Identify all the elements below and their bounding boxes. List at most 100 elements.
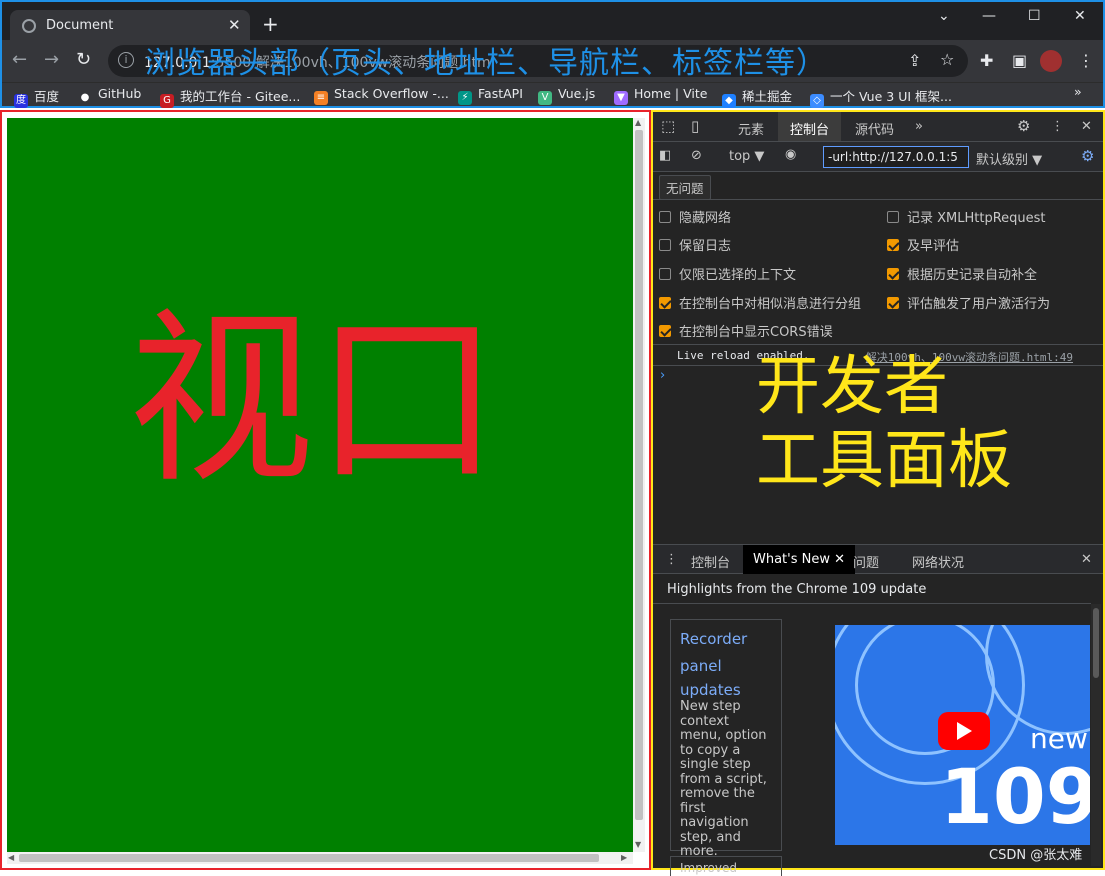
more-bookmarks-icon[interactable]: » <box>1074 84 1082 99</box>
console-option[interactable]: 保留日志 <box>659 235 731 254</box>
log-level-select[interactable]: 默认级别 ▼ <box>976 149 1042 168</box>
console-option[interactable]: 仅限已选择的上下文 <box>659 264 796 283</box>
bookmark-label: FastAPI <box>478 86 523 101</box>
devtools-annotation: 开发者 工具面板 <box>756 350 1012 498</box>
no-issues-button[interactable]: 无问题 <box>659 175 711 200</box>
feature-card-improved[interactable]: Improved <box>670 856 782 876</box>
promo-new-text: new <box>1030 722 1088 755</box>
scroll-down-icon[interactable]: ▼ <box>635 840 641 849</box>
option-label: 及早评估 <box>907 239 960 254</box>
card-title-line[interactable]: Recorder <box>680 626 772 653</box>
menu-icon[interactable]: ⋮ <box>1078 51 1094 70</box>
checkbox[interactable] <box>887 239 899 251</box>
scroll-up-icon[interactable]: ▲ <box>635 118 641 127</box>
option-label: 在控制台中显示CORS错误 <box>679 325 833 340</box>
drawer-tab-whats-new[interactable]: What's New ✕ <box>743 545 856 574</box>
sidebar-toggle-icon[interactable]: ◧ <box>659 148 671 163</box>
drawer-scrollbar[interactable] <box>1091 604 1101 866</box>
bookmark-item[interactable]: ▼ Home | Vite <box>614 86 707 105</box>
checkbox[interactable] <box>887 268 899 280</box>
bookmark-item[interactable]: V Vue.js <box>538 86 595 105</box>
bookmark-item[interactable]: ≡ Stack Overflow -... <box>314 86 449 105</box>
bookmark-star-icon[interactable]: ☆ <box>940 50 954 69</box>
bookmark-favicon-icon: ◆ <box>722 94 736 108</box>
scroll-left-icon[interactable]: ◀ <box>8 853 14 862</box>
reload-button[interactable]: ↻ <box>76 49 91 70</box>
console-option[interactable]: 评估触发了用户激活行为 <box>887 293 1050 312</box>
bookmark-favicon-icon: 度 <box>14 94 28 108</box>
console-option[interactable]: 在控制台中对相似消息进行分组 <box>659 293 861 312</box>
extensions-icon[interactable]: ✚ <box>980 51 993 70</box>
horizontal-scroll-thumb[interactable] <box>19 854 599 862</box>
device-toolbar-icon[interactable]: ▯ <box>691 117 699 135</box>
option-label: 仅限已选择的上下文 <box>679 268 797 283</box>
devtools-menu-icon[interactable]: ⋮ <box>1051 119 1064 134</box>
checkbox[interactable] <box>659 211 671 223</box>
option-label: 根据历史记录自动补全 <box>907 268 1038 283</box>
scroll-right-icon[interactable]: ▶ <box>621 853 627 862</box>
minimize-button[interactable]: — <box>982 8 996 24</box>
checkbox[interactable] <box>659 239 671 251</box>
bookmark-item[interactable]: ⚡ FastAPI <box>458 86 523 105</box>
tab-sources[interactable]: 源代码 <box>855 119 894 138</box>
profile-avatar[interactable] <box>1040 50 1062 72</box>
bookmarks-bar: 度百度 ● GitHub G 我的工作台 - Gitee... ≡ Stack Overfl… <box>2 82 1103 108</box>
live-expression-eye-icon[interactable]: ◉ <box>785 147 796 162</box>
youtube-play-icon[interactable] <box>938 712 990 750</box>
drawer-tabbar: ⋮ 控制台 What's New ✕ 问题 网络状况 ✕ <box>653 544 1103 574</box>
drawer-close-icon[interactable]: ✕ <box>1081 552 1092 567</box>
drawer-tab-network-conditions[interactable]: 网络状况 <box>912 552 964 571</box>
share-icon[interactable]: ⇪ <box>908 51 921 70</box>
maximize-button[interactable]: ☐ <box>1028 8 1041 24</box>
inspect-icon[interactable]: ⬚ <box>661 117 675 135</box>
vertical-scrollbar[interactable]: ▲ ▼ <box>633 118 645 852</box>
back-button[interactable]: ← <box>12 49 27 70</box>
vertical-scroll-thumb[interactable] <box>635 130 643 820</box>
clear-console-icon[interactable]: ⊘ <box>691 148 702 163</box>
tab-console[interactable]: 控制台 <box>778 112 842 141</box>
bookmark-item[interactable]: 度百度 <box>14 86 59 108</box>
tab-search-icon[interactable]: ⌄ <box>938 8 950 24</box>
bookmark-item[interactable]: ◇ 一个 Vue 3 UI 框架... <box>810 86 952 108</box>
forward-button[interactable]: → <box>44 49 59 70</box>
checkbox[interactable] <box>659 297 671 309</box>
tab-elements[interactable]: 元素 <box>738 119 764 138</box>
checkbox[interactable] <box>887 297 899 309</box>
csdn-watermark: CSDN @张太难 <box>989 848 1083 863</box>
close-window-button[interactable]: ✕ <box>1074 8 1086 24</box>
info-icon[interactable]: i <box>118 52 134 68</box>
drawer-menu-icon[interactable]: ⋮ <box>665 552 678 567</box>
bookmark-item[interactable]: G 我的工作台 - Gitee... <box>160 86 300 108</box>
drawer-scroll-thumb[interactable] <box>1093 608 1099 678</box>
horizontal-scrollbar[interactable]: ◀ ▶ <box>7 852 633 864</box>
console-option[interactable]: 记录 XMLHttpRequest <box>887 207 1046 226</box>
console-prompt[interactable]: › <box>660 368 665 383</box>
bookmark-item[interactable]: ● GitHub <box>78 86 142 105</box>
tab-close-icon[interactable]: ✕ <box>228 16 241 34</box>
side-panel-icon[interactable]: ▣ <box>1012 51 1027 70</box>
new-tab-button[interactable]: + <box>262 14 279 34</box>
settings-gear-icon[interactable]: ⚙ <box>1017 117 1030 135</box>
filter-input[interactable]: -url:http://127.0.0.1:5 <box>823 146 969 168</box>
more-tabs-icon[interactable]: » <box>915 119 923 134</box>
drawer-tab-issues[interactable]: 问题 <box>853 552 879 571</box>
context-select[interactable]: top ▼ <box>729 149 764 164</box>
drawer-tab-console[interactable]: 控制台 <box>691 552 730 571</box>
devtools-tabbar: ⬚ ▯ 元素 控制台 源代码 » ⚙ ⋮ ✕ <box>653 112 1103 142</box>
whats-new-close-icon[interactable]: ✕ <box>834 552 845 567</box>
devtools-close-icon[interactable]: ✕ <box>1081 119 1092 134</box>
bookmark-label: 一个 Vue 3 UI 框架... <box>830 89 952 104</box>
checkbox[interactable] <box>659 325 671 337</box>
checkbox[interactable] <box>659 268 671 280</box>
feature-card-recorder: Recorder panel updates New step context … <box>670 619 782 859</box>
card-title-line[interactable]: panel <box>680 653 772 680</box>
console-settings-icon[interactable]: ⚙ <box>1081 147 1094 165</box>
bookmark-label: 百度 <box>34 89 60 104</box>
console-option[interactable]: 隐藏网络 <box>659 207 731 226</box>
console-option[interactable]: 及早评估 <box>887 235 959 254</box>
checkbox[interactable] <box>887 211 899 223</box>
console-option[interactable]: 在控制台中显示CORS错误 <box>659 321 833 340</box>
card-title-line[interactable]: updates <box>680 680 772 700</box>
console-option[interactable]: 根据历史记录自动补全 <box>887 264 1037 283</box>
bookmark-item[interactable]: ◆ 稀土掘金 <box>722 86 792 108</box>
